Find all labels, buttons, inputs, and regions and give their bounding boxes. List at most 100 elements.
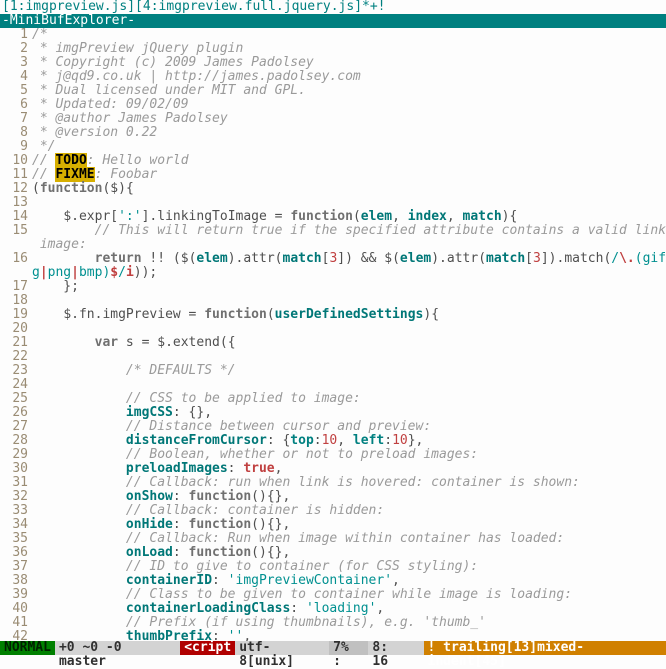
code-content[interactable]: }; (32, 280, 666, 294)
code-content[interactable]: distanceFromCursor: {top:10, left:10}, (32, 434, 666, 448)
code-content[interactable]: imgCSS: {}, (32, 406, 666, 420)
line-number: 29 (0, 448, 32, 462)
code-line[interactable]: 1/* (0, 28, 666, 42)
code-line[interactable]: 16 return !! ($(elem).attr(match[3]) && … (0, 252, 666, 266)
code-content[interactable]: * Copyright (c) 2009 James Padolsey (32, 56, 666, 70)
code-content[interactable]: * @version 0.22 (32, 126, 666, 140)
code-line[interactable]: 20 (0, 322, 666, 336)
code-content[interactable]: var s = $.extend({ (32, 336, 666, 350)
code-content[interactable]: return !! ($(elem).attr(match[3]) && $(e… (32, 252, 666, 266)
code-line[interactable]: 8 * @version 0.22 (0, 126, 666, 140)
code-line[interactable]: 19 $.fn.imgPreview = function(userDefine… (0, 308, 666, 322)
line-number: 6 (0, 98, 32, 112)
code-content[interactable]: // FIXME: Foobar (32, 168, 666, 182)
code-line[interactable]: 9 */ (0, 140, 666, 154)
line-number: 38 (0, 574, 32, 588)
code-content[interactable]: containerLoadingClass: 'loading', (32, 602, 666, 616)
code-line[interactable]: 5 * Dual licensed under MIT and GPL. (0, 84, 666, 98)
code-content[interactable]: onLoad: function(){}, (32, 546, 666, 560)
code-content[interactable]: // This will return true if the specifie… (32, 224, 666, 238)
line-number: 7 (0, 112, 32, 126)
code-line[interactable]: 24 (0, 378, 666, 392)
code-content[interactable]: preloadImages: true, (32, 462, 666, 476)
code-content[interactable]: (function($){ (32, 182, 666, 196)
code-content[interactable]: * @author James Padolsey (32, 112, 666, 126)
code-line[interactable]: 13 (0, 196, 666, 210)
code-content[interactable]: g|png|bmp)$/i)); (32, 266, 666, 280)
code-line[interactable]: 32 onShow: function(){}, (0, 490, 666, 504)
code-line[interactable]: 26 imgCSS: {}, (0, 406, 666, 420)
code-content[interactable]: $.fn.imgPreview = function(userDefinedSe… (32, 308, 666, 322)
code-content[interactable]: containerID: 'imgPreviewContainer', (32, 574, 666, 588)
code-content[interactable]: // Callback: Run when image within conta… (32, 532, 666, 546)
code-line[interactable]: 27 // Distance between cursor and previe… (0, 420, 666, 434)
code-content[interactable]: // Callback: run when link is hovered: c… (32, 476, 666, 490)
code-line[interactable]: 12(function($){ (0, 182, 666, 196)
code-line[interactable]: 35 // Callback: Run when image within co… (0, 532, 666, 546)
code-line[interactable]: g|png|bmp)$/i)); (0, 266, 666, 280)
code-content[interactable] (32, 350, 666, 364)
line-number: 27 (0, 420, 32, 434)
code-line[interactable]: 15 // This will return true if the speci… (0, 224, 666, 238)
code-content[interactable]: // CSS to be applied to image: (32, 392, 666, 406)
code-line[interactable]: 3 * Copyright (c) 2009 James Padolsey (0, 56, 666, 70)
code-content[interactable]: onShow: function(){}, (32, 490, 666, 504)
code-line[interactable]: 6 * Updated: 09/02/09 (0, 98, 666, 112)
code-content[interactable]: // ID to give to container (for CSS styl… (32, 560, 666, 574)
code-content[interactable]: $.expr[':'].linkingToImage = function(el… (32, 210, 666, 224)
line-number: 5 (0, 84, 32, 98)
code-content[interactable]: * j@qd9.co.uk | http://james.padolsey.co… (32, 70, 666, 84)
code-line[interactable]: 37 // ID to give to container (for CSS s… (0, 560, 666, 574)
status-mode: NORMAL (0, 641, 55, 655)
code-line[interactable]: 14 $.expr[':'].linkingToImage = function… (0, 210, 666, 224)
line-number: 41 (0, 616, 32, 630)
code-line[interactable]: 11// FIXME: Foobar (0, 168, 666, 182)
minibuf-explorer: -MiniBufExplorer- (0, 14, 666, 28)
code-content[interactable]: // TODO: Hello world (32, 154, 666, 168)
code-line[interactable]: 38 containerID: 'imgPreviewContainer', (0, 574, 666, 588)
code-content[interactable]: // Prefix (if using thumbnails), e.g. 't… (32, 616, 666, 630)
code-line[interactable]: 34 onHide: function(){}, (0, 518, 666, 532)
code-content[interactable]: // Class to be given to container while … (32, 588, 666, 602)
code-line[interactable]: 36 onLoad: function(){}, (0, 546, 666, 560)
code-content[interactable]: onHide: function(){}, (32, 518, 666, 532)
code-line[interactable]: 4 * j@qd9.co.uk | http://james.padolsey.… (0, 70, 666, 84)
code-line[interactable]: 23 /* DEFAULTS */ (0, 364, 666, 378)
code-line[interactable]: 17 }; (0, 280, 666, 294)
code-line[interactable]: 31 // Callback: run when link is hovered… (0, 476, 666, 490)
line-number (0, 238, 32, 252)
code-content[interactable] (32, 322, 666, 336)
code-content[interactable]: * Updated: 09/02/09 (32, 98, 666, 112)
code-line[interactable]: 10// TODO: Hello world (0, 154, 666, 168)
line-number: 26 (0, 406, 32, 420)
code-line[interactable]: image: (0, 238, 666, 252)
buffer-tab-bar[interactable]: [1:imgpreview.js][4:imgpreview.full.jque… (0, 0, 666, 14)
code-line[interactable]: 18 (0, 294, 666, 308)
code-line[interactable]: 25 // CSS to be applied to image: (0, 392, 666, 406)
line-number: 8 (0, 126, 32, 140)
code-line[interactable]: 30 preloadImages: true, (0, 462, 666, 476)
code-line[interactable]: 40 containerLoadingClass: 'loading', (0, 602, 666, 616)
code-content[interactable]: // Callback: container is hidden: (32, 504, 666, 518)
code-content[interactable]: */ (32, 140, 666, 154)
code-content[interactable]: // Distance between cursor and preview: (32, 420, 666, 434)
code-content[interactable]: * Dual licensed under MIT and GPL. (32, 84, 666, 98)
code-line[interactable]: 39 // Class to be given to container whi… (0, 588, 666, 602)
code-line[interactable]: 41 // Prefix (if using thumbnails), e.g.… (0, 616, 666, 630)
code-line[interactable]: 21 var s = $.extend({ (0, 336, 666, 350)
code-content[interactable] (32, 378, 666, 392)
editor-area[interactable]: 1/*2 * imgPreview jQuery plugin3 * Copyr… (0, 28, 666, 641)
code-line[interactable]: 33 // Callback: container is hidden: (0, 504, 666, 518)
code-content[interactable] (32, 196, 666, 210)
code-content[interactable]: /* DEFAULTS */ (32, 364, 666, 378)
code-line[interactable]: 2 * imgPreview jQuery plugin (0, 42, 666, 56)
code-content[interactable] (32, 294, 666, 308)
code-content[interactable]: * imgPreview jQuery plugin (32, 42, 666, 56)
code-line[interactable]: 29 // Boolean, whether or not to preload… (0, 448, 666, 462)
code-line[interactable]: 22 (0, 350, 666, 364)
code-content[interactable]: // Boolean, whether or not to preload im… (32, 448, 666, 462)
code-line[interactable]: 7 * @author James Padolsey (0, 112, 666, 126)
code-line[interactable]: 28 distanceFromCursor: {top:10, left:10}… (0, 434, 666, 448)
code-content[interactable]: image: (32, 238, 666, 252)
code-content[interactable]: /* (32, 28, 666, 42)
